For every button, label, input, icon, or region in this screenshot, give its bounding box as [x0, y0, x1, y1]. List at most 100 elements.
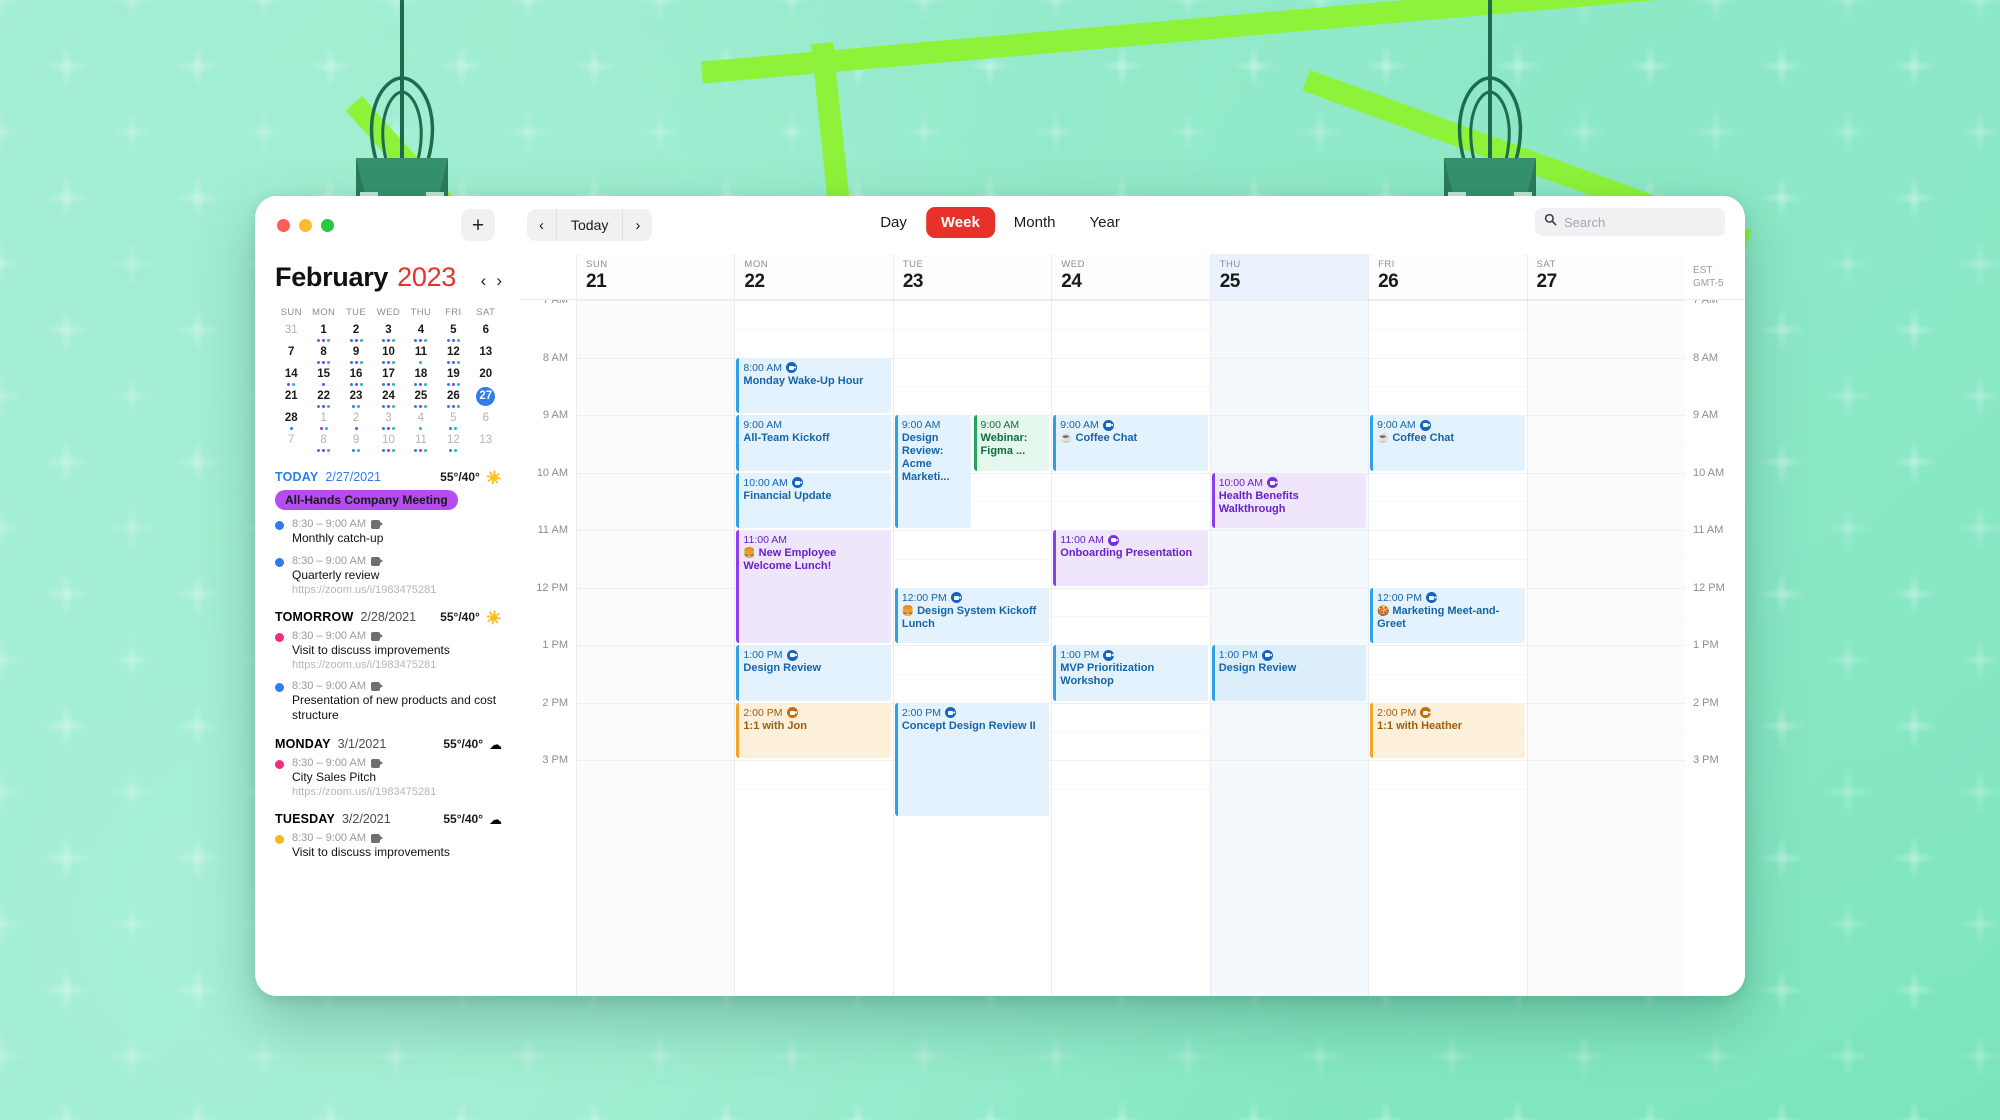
calendar-event[interactable]: 2:00 PM 1:1 with Jon: [736, 702, 891, 758]
mini-calendar-day[interactable]: 21: [275, 390, 307, 412]
day-column-fri[interactable]: 9:00 AM ☕ Coffee Chat 12:00 PM 🍪 Marketing …: [1368, 300, 1527, 996]
mini-calendar-day[interactable]: 7: [275, 434, 307, 456]
calendar-event[interactable]: 10:00 AM Financial Update: [736, 472, 891, 528]
day-header-sun[interactable]: SUN 21: [576, 254, 735, 299]
mini-calendar-day[interactable]: 3: [372, 324, 404, 346]
maximize-window-button[interactable]: [321, 218, 334, 232]
day-column-wed[interactable]: 9:00 AM ☕ Coffee Chat 11:00 AM Onboarding P…: [1051, 300, 1210, 996]
calendar-event[interactable]: 2:00 PM 1:1 with Heather: [1370, 702, 1525, 758]
day-column-thu[interactable]: 10:00 AM Health Benefits Walkthrough 1:00 …: [1209, 300, 1369, 996]
mini-calendar-day[interactable]: 10: [372, 434, 404, 456]
mini-calendar-day[interactable]: 12: [437, 346, 469, 368]
mini-calendar-day[interactable]: 6: [470, 324, 502, 346]
day-header-fri[interactable]: FRI 26: [1368, 254, 1527, 299]
all-hands-meeting-pill[interactable]: All-Hands Company Meeting: [275, 490, 458, 510]
week-grid-scroll[interactable]: 7 AM 8 AM 9 AM 10 AM 11 AM 12 PM 1 PM 2 PM 3 PM …: [520, 300, 1745, 996]
mini-calendar-day[interactable]: 22: [307, 390, 339, 412]
agenda-item-link[interactable]: https://zoom.us/i/1983475281: [292, 786, 436, 798]
mini-calendar-day[interactable]: 18: [405, 368, 437, 390]
today-button[interactable]: Today: [556, 209, 624, 241]
calendar-event[interactable]: 9:00 AM ☕ Coffee Chat: [1053, 415, 1208, 471]
day-header-wed[interactable]: WED 24: [1051, 254, 1210, 299]
mini-calendar-day[interactable]: 8: [307, 346, 339, 368]
search-box[interactable]: [1535, 208, 1725, 236]
mini-calendar-day[interactable]: 11: [405, 434, 437, 456]
calendar-event[interactable]: 12:00 PM 🍪 Marketing Meet-and-Greet: [1370, 587, 1525, 643]
calendar-event[interactable]: 11:00 AM 🍔 New Employee Welcome Lunch!: [736, 530, 891, 643]
mini-calendar-day[interactable]: 5: [437, 412, 469, 434]
calendar-event[interactable]: 11:00 AM Onboarding Presentation: [1053, 530, 1208, 586]
mini-calendar-day[interactable]: 19: [437, 368, 469, 390]
calendar-event[interactable]: 10:00 AM Health Benefits Walkthrough: [1211, 472, 1367, 528]
mini-calendar-day[interactable]: 28: [275, 412, 307, 434]
mini-calendar-day[interactable]: 17: [372, 368, 404, 390]
calendar-event[interactable]: 9:00 AM ☕ Coffee Chat: [1370, 415, 1525, 471]
mini-calendar-day[interactable]: 13: [470, 434, 502, 456]
mini-calendar-day[interactable]: 26: [437, 390, 469, 412]
agenda-item[interactable]: 8:30 – 9:00 AM Visit to discuss improveme…: [275, 630, 502, 671]
mini-calendar-day[interactable]: 1: [307, 324, 339, 346]
tab-month[interactable]: Month: [999, 207, 1071, 238]
agenda-item-link[interactable]: https://zoom.us/i/1983475281: [292, 659, 450, 671]
calendar-event[interactable]: 9:00 AM Design Review: Acme Marketi...: [894, 415, 971, 528]
tab-day[interactable]: Day: [865, 207, 922, 238]
mini-calendar-day[interactable]: 4: [405, 324, 437, 346]
mini-calendar-day[interactable]: 4: [405, 412, 437, 434]
mini-calendar-day[interactable]: 9: [340, 434, 372, 456]
tab-week[interactable]: Week: [925, 207, 995, 238]
agenda-item-link[interactable]: https://zoom.us/i/1983475281: [292, 584, 436, 596]
mini-calendar-day[interactable]: 24: [372, 390, 404, 412]
agenda-item[interactable]: 8:30 – 9:00 AM Visit to discuss improveme…: [275, 832, 502, 860]
mini-calendar-day[interactable]: 7: [275, 346, 307, 368]
day-header-thu[interactable]: THU 25: [1209, 254, 1369, 299]
calendar-event[interactable]: 9:00 AM Webinar: Figma ...: [973, 415, 1050, 471]
mini-calendar-day[interactable]: 12: [437, 434, 469, 456]
next-month-button[interactable]: ›: [496, 272, 502, 289]
agenda-item[interactable]: 8:30 – 9:00 AM City Sales Pitch https://zo…: [275, 757, 502, 798]
mini-calendar-day[interactable]: 14: [275, 368, 307, 390]
previous-period-button[interactable]: ‹: [527, 209, 556, 241]
mini-calendar-day[interactable]: 15: [307, 368, 339, 390]
hour-label: 11 AM: [1693, 524, 1724, 536]
mini-calendar-day[interactable]: 31: [275, 324, 307, 346]
day-column-mon[interactable]: 8:00 AM Monday Wake-Up Hour 9:00 AM All-Tea…: [734, 300, 893, 996]
day-column-sun[interactable]: [576, 300, 735, 996]
mini-calendar-day[interactable]: 8: [307, 434, 339, 456]
day-header-mon[interactable]: MON 22: [734, 254, 893, 299]
mini-calendar-day[interactable]: 23: [340, 390, 372, 412]
day-header-sat[interactable]: SAT 27: [1526, 254, 1685, 299]
calendar-event[interactable]: 1:00 PM Design Review: [1211, 645, 1367, 701]
agenda-item[interactable]: 8:30 – 9:00 AM Quarterly review https://zo…: [275, 555, 502, 596]
mini-calendar-day[interactable]: 10: [372, 346, 404, 368]
mini-calendar-day[interactable]: 16: [340, 368, 372, 390]
day-header-tue[interactable]: TUE 23: [892, 254, 1052, 299]
mini-calendar-day[interactable]: 2: [340, 412, 372, 434]
mini-calendar-day[interactable]: 27: [470, 387, 502, 412]
mini-calendar-day[interactable]: 1: [307, 412, 339, 434]
minimize-window-button[interactable]: [299, 218, 312, 232]
search-input[interactable]: [1564, 214, 1716, 230]
mini-calendar-day[interactable]: 2: [340, 324, 372, 346]
mini-calendar-day[interactable]: 13: [470, 346, 502, 368]
calendar-event[interactable]: 12:00 PM 🍔 Design System Kickoff Lunch: [894, 587, 1050, 643]
next-period-button[interactable]: ›: [623, 209, 652, 241]
tab-year[interactable]: Year: [1075, 207, 1135, 238]
agenda-item[interactable]: 8:30 – 9:00 AM Monthly catch-up: [275, 518, 502, 546]
mini-calendar-day[interactable]: 6: [470, 412, 502, 434]
add-event-button[interactable]: +: [461, 209, 495, 241]
calendar-event[interactable]: 8:00 AM Monday Wake-Up Hour: [736, 357, 891, 413]
calendar-event[interactable]: 9:00 AM All-Team Kickoff: [736, 415, 891, 471]
calendar-event[interactable]: 2:00 PM Concept Design Review II: [894, 702, 1050, 816]
mini-calendar-day[interactable]: 11: [405, 346, 437, 368]
mini-calendar-day[interactable]: 9: [340, 346, 372, 368]
close-window-button[interactable]: [277, 218, 290, 232]
mini-calendar-day[interactable]: 5: [437, 324, 469, 346]
day-column-tue[interactable]: 9:00 AM Design Review: Acme Marketi... 9:0…: [892, 300, 1052, 996]
mini-calendar-day[interactable]: 25: [405, 390, 437, 412]
day-column-sat[interactable]: [1526, 300, 1685, 996]
calendar-event[interactable]: 1:00 PM Design Review: [736, 645, 891, 701]
agenda-item[interactable]: 8:30 – 9:00 AM Presentation of new produc…: [275, 680, 502, 723]
calendar-event[interactable]: 1:00 PM MVP Prioritization Workshop: [1053, 645, 1208, 701]
mini-calendar-day[interactable]: 3: [372, 412, 404, 434]
previous-month-button[interactable]: ‹: [481, 272, 487, 289]
